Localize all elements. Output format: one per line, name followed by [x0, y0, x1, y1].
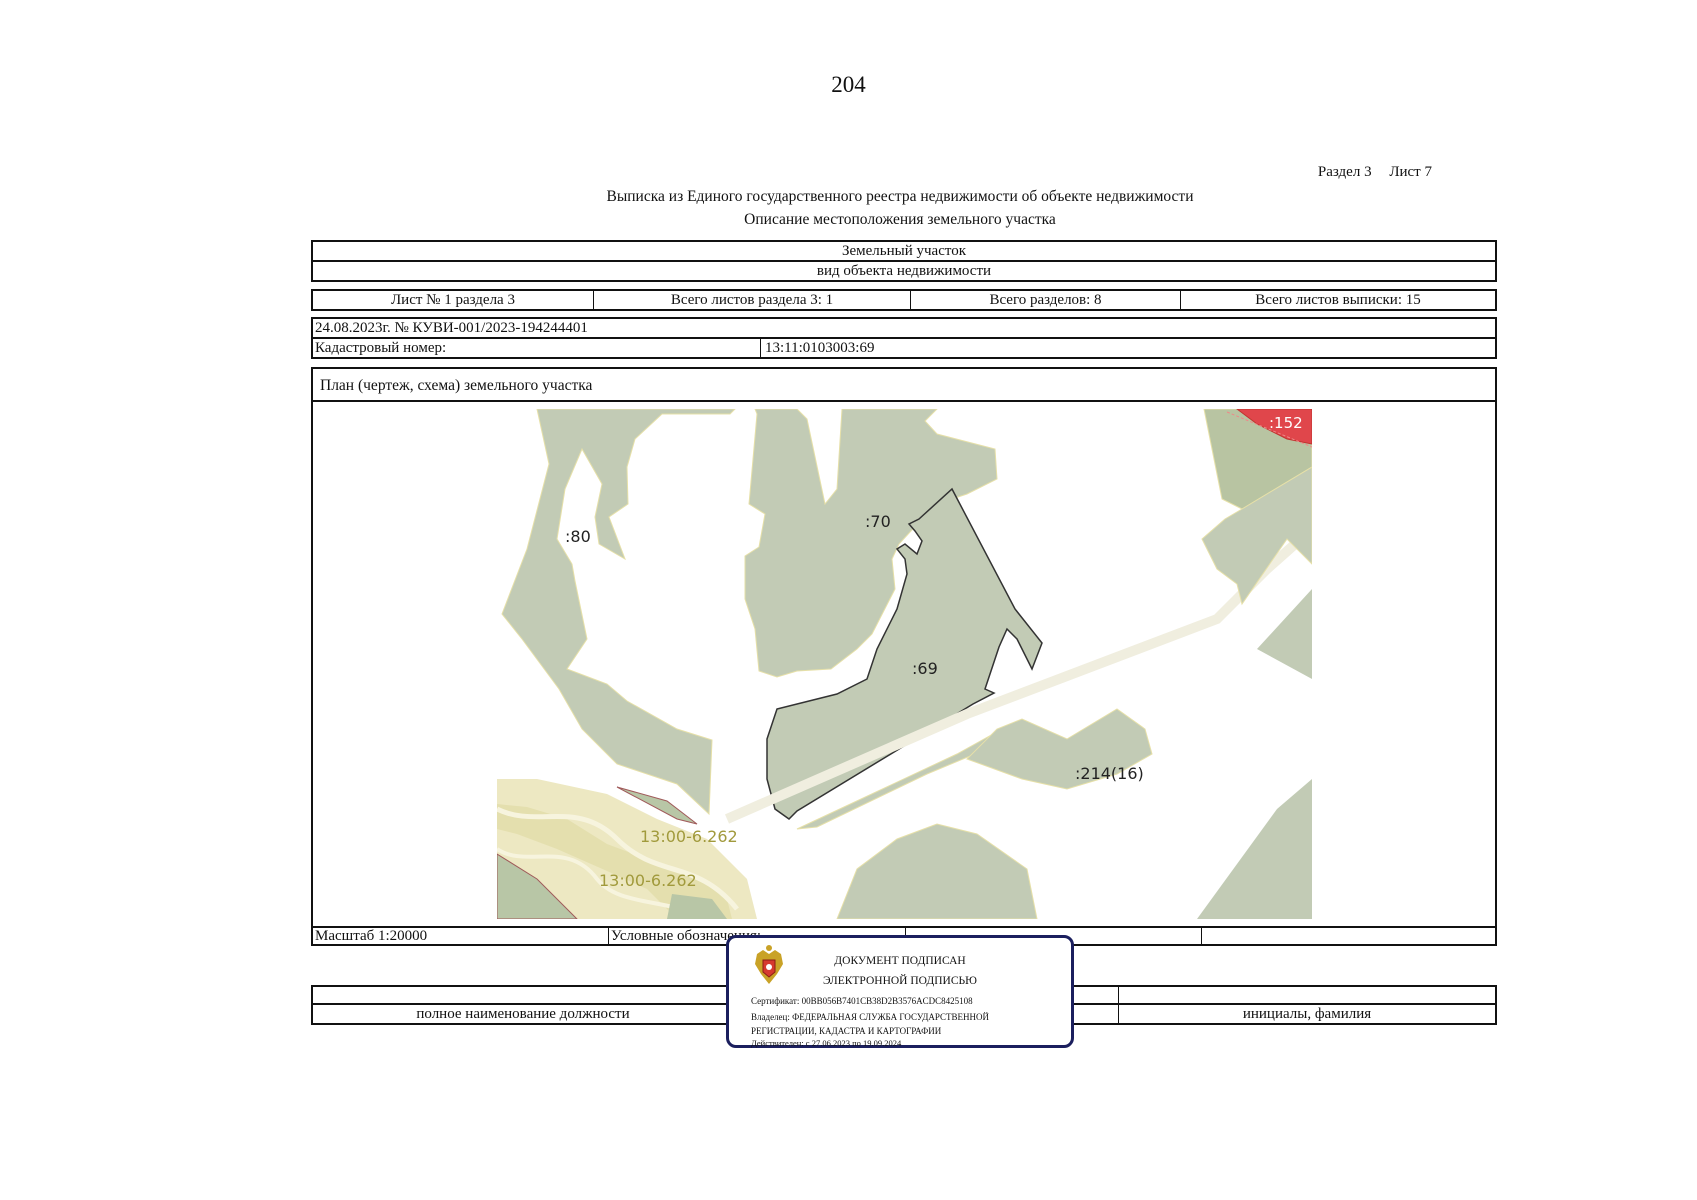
label-69: :69	[912, 659, 938, 678]
cadastral-row: Кадастровый номер: 13:11:0103003:69	[311, 337, 1497, 359]
object-type-caption-row: вид объекта недвижимости	[311, 260, 1497, 282]
plan-title: План (чертеж, схема) земельного участка	[320, 377, 593, 394]
label-80: :80	[565, 527, 591, 546]
cadastral-number: 13:11:0103003:69	[765, 339, 875, 356]
object-type-row: Земельный участок	[311, 240, 1497, 262]
stamp-valid: Действителен: с 27.06.2023 по 19.09.2024	[751, 1038, 902, 1048]
stamp-line-1: ДОКУМЕНТ ПОДПИСАН	[834, 955, 966, 967]
cadastral-label: Кадастровый номер:	[313, 339, 761, 357]
cadastral-map: :80 :70 :69 :214(16) :152 13:00-6.262 13…	[497, 409, 1312, 919]
document-subtitle: Описание местоположения земельного участ…	[744, 211, 1056, 228]
sheet-number-cell: Лист № 1 раздела 3	[313, 291, 594, 309]
legend-cell	[1202, 928, 1495, 944]
position-caption: полное наименование должности	[313, 1005, 734, 1023]
object-type: Земельный участок	[841, 242, 967, 259]
label-zone-2: 13:00-6.262	[599, 871, 697, 890]
object-type-caption: вид объекта недвижимости	[816, 262, 992, 279]
label-zone-1: 13:00-6.262	[640, 827, 738, 846]
stamp-owner: Владелец: ФЕДЕРАЛЬНАЯ СЛУЖБА ГОСУДАРСТВЕ…	[751, 1012, 990, 1022]
position-blank	[313, 987, 734, 1003]
name-caption: инициалы, фамилия	[1242, 1005, 1372, 1022]
scale: Масштаб 1:20000	[313, 928, 609, 944]
record-number-row: 24.08.2023г. № КУВИ-001/2023-194244401	[311, 317, 1497, 339]
stamp-owner-2: РЕГИСТРАЦИИ, КАДАСТРА И КАРТОГРАФИИ	[751, 1026, 942, 1036]
sheets-total-cell: Всего листов выписки: 15	[1255, 291, 1421, 308]
label-214: :214(16)	[1075, 764, 1144, 783]
section-label: Раздел 3	[1317, 164, 1372, 180]
label-152: :152	[1269, 414, 1303, 432]
electronic-signature-stamp: ДОКУМЕНТ ПОДПИСАН ЭЛЕКТРОННОЙ ПОДПИСЬЮ С…	[726, 935, 1074, 1048]
page-number: 204	[831, 72, 866, 97]
label-70: :70	[865, 512, 891, 531]
sheet-label: Лист 7	[1389, 164, 1432, 180]
plan-title-divider	[311, 400, 1497, 402]
record-number: 24.08.2023г. № КУВИ-001/2023-194244401	[315, 319, 588, 336]
sheet-info-row: Лист № 1 раздела 3 Всего листов раздела …	[311, 289, 1497, 311]
sections-total-cell: Всего разделов: 8	[911, 291, 1181, 309]
document-title: Выписка из Единого государственного реес…	[606, 188, 1194, 205]
sheet-total-section-cell: Всего листов раздела 3: 1	[594, 291, 911, 309]
name-blank	[1119, 987, 1495, 1003]
stamp-line-2: ЭЛЕКТРОННОЙ ПОДПИСЬЮ	[823, 975, 977, 987]
section-sheet-label: Раздел 3 Лист 7	[1318, 164, 1432, 181]
stamp-certificate: Сертификат: 00BB056B7401CB38D2B3576ACDC8…	[751, 996, 973, 1006]
